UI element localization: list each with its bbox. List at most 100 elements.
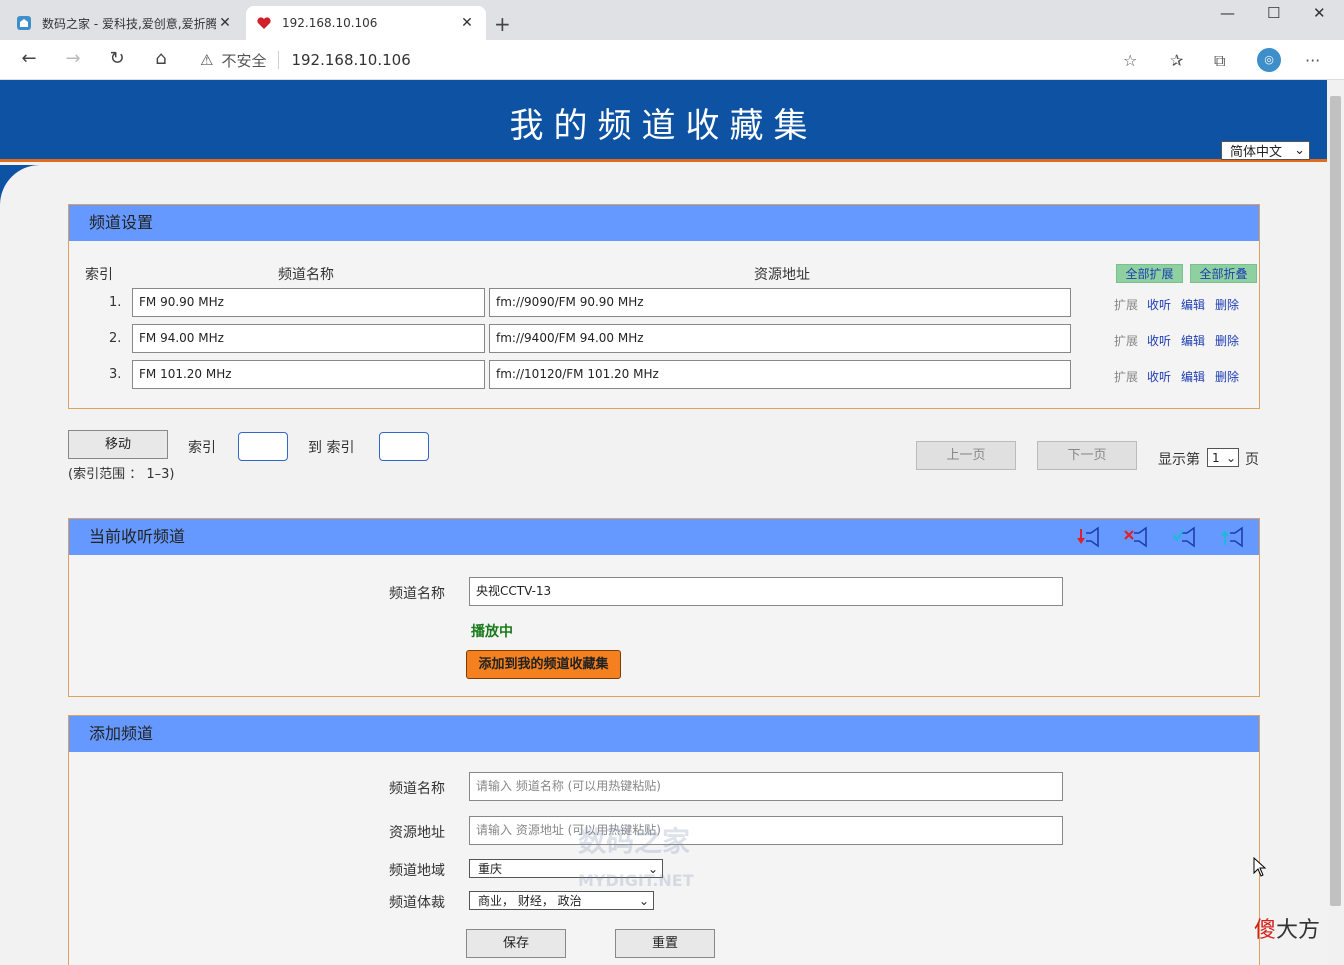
expand-link[interactable]: 扩展 (1114, 368, 1138, 385)
genre-label: 频道体裁 (389, 895, 445, 911)
channel-url-field[interactable]: fm://9400/FM 94.00 MHz (489, 324, 1071, 353)
page-select[interactable]: 1 ⌄ (1207, 448, 1239, 467)
edit-link[interactable]: 编辑 (1181, 332, 1205, 349)
row-index: 3. (109, 367, 122, 382)
next-page-button[interactable]: 下一页 (1037, 441, 1137, 470)
save-button[interactable]: 保存 (466, 929, 566, 958)
name-label: 频道名称 (389, 781, 445, 797)
volume-up-icon[interactable] (1218, 525, 1246, 549)
url-text: 192.168.10.106 (291, 51, 411, 69)
profile-avatar[interactable]: ◎ (1257, 48, 1281, 72)
channel-settings-panel: 频道设置 索引 频道名称 资源地址 全部扩展 全部折叠 1. FM 90.90 … (68, 204, 1260, 409)
channel-url-field[interactable]: fm://10120/FM 101.20 MHz (489, 360, 1071, 389)
channel-name-field[interactable]: FM 94.00 MHz (132, 324, 485, 353)
collections-icon[interactable]: ⧉ (1214, 51, 1225, 71)
delete-link[interactable]: 删除 (1215, 332, 1239, 349)
new-channel-url-input[interactable]: 请输入 资源地址 (可以用热键粘贴) (469, 816, 1063, 845)
listen-link[interactable]: 收听 (1147, 368, 1171, 385)
url-label: 资源地址 (389, 825, 445, 841)
new-channel-name-input[interactable]: 请输入 频道名称 (可以用热键粘贴) (469, 772, 1063, 801)
collapse-all-button[interactable]: 全部折叠 (1190, 264, 1257, 283)
genre-select[interactable]: 商业， 财经， 政治 ⌄ (469, 891, 654, 910)
close-tab-icon[interactable]: ✕ (216, 15, 234, 31)
tab-router[interactable]: 192.168.10.106 ✕ (246, 6, 486, 40)
from-index-label: 索引 (188, 440, 216, 456)
heart-favicon-icon (256, 15, 272, 31)
close-tab-icon[interactable]: ✕ (458, 15, 476, 31)
panel-title: 频道设置 (69, 205, 1259, 241)
scrollbar[interactable] (1327, 80, 1344, 965)
col-url: 资源地址 (754, 267, 810, 283)
minimize-icon[interactable]: — (1220, 4, 1235, 22)
back-icon[interactable]: ← (17, 48, 41, 69)
home-icon[interactable]: ⌂ (149, 48, 173, 69)
mouse-cursor-icon (1253, 857, 1267, 877)
language-select[interactable]: 简体中文 ⌄ (1221, 141, 1310, 160)
tab-title: 192.168.10.106 (282, 16, 378, 30)
author-watermark: 傻大方 (1254, 912, 1320, 944)
row-index: 1. (109, 295, 122, 310)
header-curve (0, 165, 40, 205)
scrollbar-thumb[interactable] (1330, 96, 1341, 906)
security-label: 不安全 (221, 51, 267, 70)
chevron-down-icon: ⌄ (1225, 450, 1236, 465)
expand-link[interactable]: 扩展 (1114, 296, 1138, 313)
forward-icon[interactable]: → (61, 48, 85, 69)
page-value: 1 (1212, 450, 1220, 465)
tab-mydigit[interactable]: 数码之家 - 爱科技,爱创意,爱折腾 ✕ (6, 6, 244, 40)
region-label: 频道地域 (389, 863, 445, 879)
row-index: 2. (109, 331, 122, 346)
expand-link[interactable]: 扩展 (1114, 332, 1138, 349)
site-watermark: 数码之家 MYDIGIT.NET (578, 820, 694, 893)
tab-title: 数码之家 - 爱科技,爱创意,爱折腾 (42, 16, 216, 31)
delete-link[interactable]: 删除 (1215, 368, 1239, 385)
col-index: 索引 (85, 267, 113, 283)
close-window-icon[interactable]: ✕ (1313, 4, 1326, 22)
mute-icon[interactable] (1122, 525, 1150, 549)
edit-link[interactable]: 编辑 (1181, 296, 1205, 313)
site-watermark-cn: 数码之家 (578, 825, 691, 858)
prev-page-button[interactable]: 上一页 (916, 441, 1016, 470)
new-tab-icon[interactable]: + (494, 12, 511, 36)
index-range-note: (索引范围 ： 1–3) (68, 467, 175, 482)
chevron-down-icon: ⌄ (638, 893, 649, 908)
reset-button[interactable]: 重置 (615, 929, 715, 958)
playing-status: 播放中 (471, 624, 513, 640)
more-menu-icon[interactable]: ··· (1305, 51, 1320, 70)
add-favorite-icon[interactable]: ☆ (1123, 51, 1137, 70)
channel-name-field[interactable]: FM 90.90 MHz (132, 288, 485, 317)
maximize-icon[interactable]: ☐ (1267, 4, 1280, 22)
address-bar-row: ← → ↻ ⌂ ⚠ 不安全 192.168.10.106 ☆ ✰ ⧉ ··· (0, 40, 1344, 80)
delete-link[interactable]: 删除 (1215, 296, 1239, 313)
author-watermark-a: 傻 (1254, 918, 1277, 943)
region-value: 重庆 (478, 862, 503, 876)
current-channel-field[interactable]: 央视CCTV-13 (469, 577, 1063, 606)
edit-link[interactable]: 编辑 (1181, 368, 1205, 385)
favorites-icon[interactable]: ✰ (1170, 51, 1183, 70)
to-index-label: 到 索引 (308, 440, 355, 456)
volume-down-icon[interactable] (1074, 525, 1102, 549)
unmute-icon[interactable] (1170, 525, 1198, 549)
to-index-input[interactable] (379, 432, 429, 461)
separator (278, 51, 280, 69)
add-to-favorites-button[interactable]: 添加到我的频道收藏集 (466, 650, 621, 679)
language-value: 简体中文 (1230, 145, 1283, 160)
chevron-down-icon: ⌄ (1294, 143, 1305, 158)
url-box[interactable]: ⚠ 不安全 192.168.10.106 (190, 45, 1155, 75)
warning-icon: ⚠ (200, 51, 214, 69)
tab-bar: 数码之家 - 爱科技,爱创意,爱折腾 ✕ 192.168.10.106 ✕ + … (0, 0, 1344, 40)
listen-link[interactable]: 收听 (1147, 296, 1171, 313)
move-button[interactable]: 移动 (68, 430, 168, 459)
page-suffix: 页 (1245, 452, 1259, 468)
channel-name-field[interactable]: FM 101.20 MHz (132, 360, 485, 389)
page-show-label: 显示第 (1158, 452, 1200, 468)
site-watermark-en: MYDIGIT.NET (578, 871, 694, 890)
listen-link[interactable]: 收听 (1147, 332, 1171, 349)
author-watermark-b: 大方 (1276, 918, 1321, 943)
reload-icon[interactable]: ↻ (105, 48, 129, 69)
page-header: 我的频道收藏集 简体中文 ⌄ (0, 80, 1327, 162)
name-label: 频道名称 (389, 586, 445, 602)
channel-url-field[interactable]: fm://9090/FM 90.90 MHz (489, 288, 1071, 317)
from-index-input[interactable] (238, 432, 288, 461)
expand-all-button[interactable]: 全部扩展 (1116, 264, 1183, 283)
